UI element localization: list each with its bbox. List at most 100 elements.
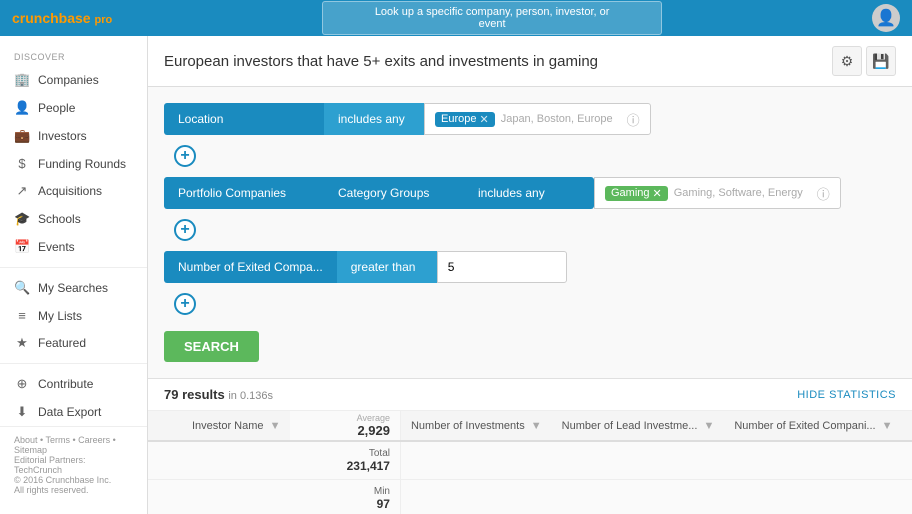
count-time: in 0.136s — [228, 390, 273, 402]
filter-op-location[interactable]: includes any — [324, 103, 424, 135]
filter-area: Location includes any Europe ✕ Japan, Bo… — [148, 87, 912, 379]
logo: crunchbase pro — [12, 10, 112, 26]
sidebar-item-schools[interactable]: 🎓 Schools — [0, 205, 147, 233]
sidebar-item-label: Events — [38, 240, 75, 254]
top-bar: crunchbase pro Look up a specific compan… — [0, 0, 912, 36]
filter-op-category[interactable]: Category Groups — [324, 177, 464, 209]
location-placeholder: Japan, Boston, Europe — [501, 113, 613, 125]
add-condition-button-3[interactable]: + — [174, 293, 196, 315]
filter-tag-gaming[interactable]: Gaming ✕ — [605, 186, 668, 201]
tag-remove-gaming[interactable]: ✕ — [653, 187, 662, 200]
results-count: 79 results in 0.136s — [164, 387, 273, 402]
filter-button[interactable]: ⚙ — [832, 46, 862, 76]
sidebar-item-acquisitions[interactable]: ↗ Acquisitions — [0, 177, 147, 205]
add-condition-button[interactable]: + — [174, 145, 196, 167]
sidebar-item-label: Companies — [38, 73, 99, 87]
sidebar-item-label: Data Export — [38, 405, 101, 419]
sort-investor-icon[interactable]: ▼ — [270, 420, 281, 432]
filter-op-greater-than[interactable]: greater than — [337, 251, 437, 283]
searches-icon: 🔍 — [14, 280, 30, 296]
add-condition-connector-3: + — [164, 293, 896, 315]
col-label: Number of Exited Compani... — [734, 420, 875, 432]
op-label: includes any — [338, 112, 405, 126]
filter-field-location[interactable]: Location — [164, 103, 324, 135]
col-extra — [903, 411, 912, 441]
results-table-wrapper: Investor Name ▼ Average 2,929 — [148, 411, 912, 514]
content-area: European investors that have 5+ exits an… — [148, 36, 912, 514]
avg-label: Average — [357, 413, 390, 423]
add-condition-button-2[interactable]: + — [174, 219, 196, 241]
sidebar-item-label: Investors — [38, 129, 87, 143]
filter-value-location[interactable]: Europe ✕ Japan, Boston, Europe ⓘ — [424, 103, 651, 135]
investors-icon: 💼 — [14, 128, 30, 144]
sidebar-item-featured[interactable]: ★ Featured — [0, 329, 147, 357]
user-avatar[interactable]: 👤 — [872, 4, 900, 32]
col-exited-companies[interactable]: Number of Exited Compani... ▼ — [724, 411, 902, 441]
number-value: 5 — [448, 260, 455, 274]
stats-min-row: Min 97 — [148, 480, 912, 514]
filter-field-portfolio[interactable]: Portfolio Companies — [164, 177, 324, 209]
sidebar-item-contribute[interactable]: ⊕ Contribute — [0, 370, 147, 398]
count-number: 79 results — [164, 387, 225, 402]
col-num-investments[interactable]: Number of Investments ▼ — [400, 411, 551, 441]
location-info-icon[interactable]: ⓘ — [627, 110, 640, 129]
portfolio-field-label: Portfolio Companies — [178, 186, 286, 200]
col-label: Number of Investments — [411, 420, 525, 432]
footer-copy: © 2016 Crunchbase Inc.All rights reserve… — [14, 475, 133, 495]
sidebar-item-my-lists[interactable]: ≡ My Lists — [0, 302, 147, 329]
logo-suffix: pro — [94, 14, 112, 26]
global-search[interactable]: Look up a specific company, person, inve… — [322, 1, 662, 35]
sidebar-item-label: My Lists — [38, 309, 82, 323]
filter-tag-europe[interactable]: Europe ✕ — [435, 112, 495, 127]
sidebar-item-investors[interactable]: 💼 Investors — [0, 122, 147, 150]
discover-label: DISCOVER — [0, 44, 147, 66]
sidebar-item-my-searches[interactable]: 🔍 My Searches — [0, 274, 147, 302]
col-label: Investor Name — [192, 420, 264, 432]
tag-remove-europe[interactable]: ✕ — [479, 113, 488, 126]
sidebar-item-people[interactable]: 👤 People — [0, 94, 147, 122]
sort-inv-icon[interactable]: ▼ — [531, 420, 542, 432]
footer-links: About • Terms • Careers • Sitemap — [14, 435, 133, 455]
query-actions: ⚙ 💾 — [832, 46, 896, 76]
sidebar-item-label: Acquisitions — [38, 184, 102, 198]
exited-field-label: Number of Exited Compa... — [178, 260, 323, 274]
hide-statistics-button[interactable]: HIDE STATISTICS — [797, 389, 896, 401]
query-bar: European investors that have 5+ exits an… — [148, 36, 912, 87]
gaming-info-icon[interactable]: ⓘ — [817, 184, 830, 203]
save-button[interactable]: 💾 — [866, 46, 896, 76]
filter-value-number[interactable]: 5 — [437, 251, 567, 283]
sidebar-item-label: Funding Rounds — [38, 157, 126, 171]
filter-op-includes[interactable]: includes any — [464, 177, 594, 209]
col-label: Number of Lead Investme... — [562, 420, 698, 432]
sidebar-item-label: Schools — [38, 212, 81, 226]
main-layout: DISCOVER 🏢 Companies 👤 People 💼 Investor… — [0, 36, 912, 514]
stats-total-row: Total 231,417 — [148, 441, 912, 480]
sidebar-item-data-export[interactable]: ⬇ Data Export — [0, 398, 147, 426]
events-icon: 📅 — [14, 239, 30, 255]
logo-text: crunchbase — [12, 10, 91, 26]
col-lead-investments[interactable]: Number of Lead Investme... ▼ — [552, 411, 725, 441]
filter-row-location: Location includes any Europe ✕ Japan, Bo… — [164, 103, 896, 135]
category-label: Category Groups — [338, 186, 429, 200]
includes-any-label: includes any — [478, 186, 545, 200]
sidebar-item-funding-rounds[interactable]: $ Funding Rounds — [0, 150, 147, 177]
filter-row-portfolio: Portfolio Companies Category Groups incl… — [164, 177, 896, 209]
sidebar-item-label: My Searches — [38, 281, 108, 295]
acquisitions-icon: ↗ — [14, 183, 30, 199]
search-button[interactable]: SEARCH — [164, 331, 259, 362]
filter-value-gaming[interactable]: Gaming ✕ Gaming, Software, Energy ⓘ — [594, 177, 841, 209]
schools-icon: 🎓 — [14, 211, 30, 227]
col-checkbox — [148, 411, 182, 441]
sidebar-footer: About • Terms • Careers • Sitemap Editor… — [0, 426, 147, 503]
sidebar-item-events[interactable]: 📅 Events — [0, 233, 147, 261]
lists-icon: ≡ — [14, 308, 30, 323]
sort-exited-icon[interactable]: ▼ — [882, 420, 893, 432]
field-label: Location — [178, 112, 223, 126]
filter-field-exited[interactable]: Number of Exited Compa... — [164, 251, 337, 283]
greater-than-label: greater than — [351, 260, 416, 274]
sidebar-item-label: Contribute — [38, 377, 93, 391]
sidebar-item-companies[interactable]: 🏢 Companies — [0, 66, 147, 94]
contribute-icon: ⊕ — [14, 376, 30, 392]
sort-lead-icon[interactable]: ▼ — [703, 420, 714, 432]
col-investor-name[interactable]: Investor Name ▼ — [182, 411, 290, 441]
